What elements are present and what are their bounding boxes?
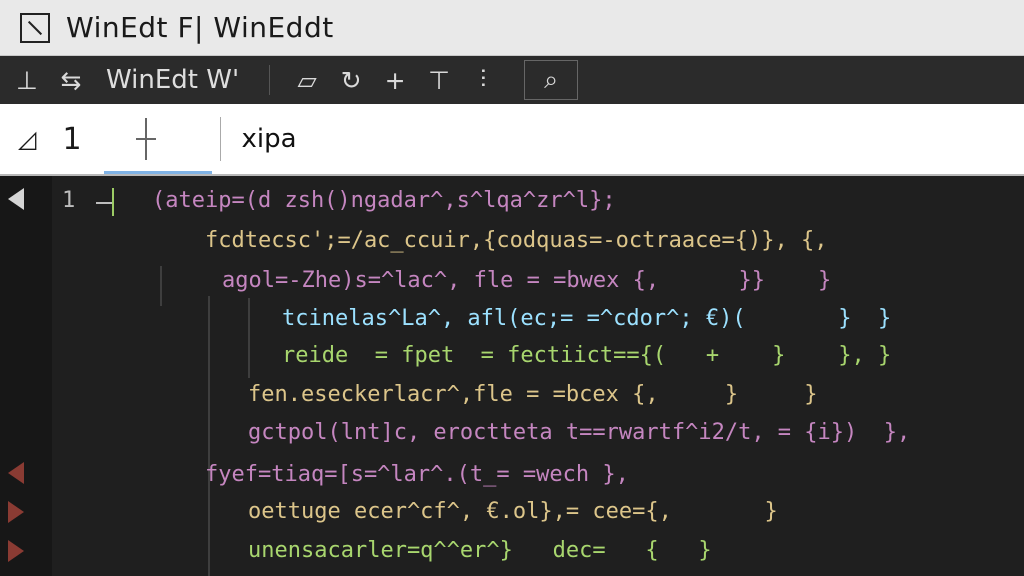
marker-icon[interactable]: ▱ (290, 63, 324, 97)
indent-guide (160, 266, 162, 306)
toolbar-search-button[interactable]: ⌕ (524, 60, 579, 100)
toolbar-label: WinEdt W' (106, 65, 240, 95)
title-bar: WinEdt F| WinEddt (0, 0, 1024, 56)
refresh-icon[interactable]: ↻ (334, 63, 368, 97)
search-icon: ⌕ (544, 65, 559, 94)
indent-guide (208, 296, 210, 576)
indent-guide (248, 298, 250, 378)
input-separator (220, 117, 222, 161)
format-icon[interactable]: ⇆ (54, 63, 88, 97)
toolbar: ⊥ ⇆ WinEdt W' ▱ ↻ + ⊤ ⫶ ⌕ (0, 56, 1024, 104)
code-line: tcinelas^La^, afl(ec;= =^cdor^; €)( } } (282, 306, 892, 331)
arrow-left-icon[interactable] (8, 462, 24, 484)
search-bar: ◿ 1 (0, 104, 1024, 176)
code-line: fcdtecsc';=/ac_ccuir,{codquas=-octraace=… (205, 228, 828, 253)
triangle-icon: ◿ (18, 125, 37, 153)
app-icon (20, 12, 50, 43)
code-line: unensacarler=q^^er^} dec= { } (248, 538, 712, 563)
fold-icon[interactable] (92, 188, 120, 218)
code-editor[interactable]: 1 (ateip=(d zsh()ngadar^,s^lqa^zr^l}; fc… (0, 176, 1024, 576)
align-icon[interactable]: ⊥ (10, 63, 44, 97)
plus-icon[interactable]: + (378, 63, 412, 97)
code-line: oettuge ecer^cf^, €.ol},= cee={, } (248, 499, 778, 524)
code-line: gctpol(lnt]c, eroctteta t==rwartf^i2/t, … (248, 420, 911, 445)
code-line: fyef=tiaq=[s=^lar^.(t_= =wech }, (205, 462, 629, 487)
code-line: reide = fpet = fectiict=={( + } }, } (282, 343, 892, 368)
collapse-marker-icon[interactable] (8, 188, 24, 210)
line-number: 1 (62, 188, 76, 213)
indent-icon[interactable]: ⫶ (466, 63, 500, 97)
active-underline (104, 171, 212, 174)
search-input[interactable] (239, 123, 864, 155)
window-title: WinEdt F| WinEddt (66, 11, 334, 44)
table-icon[interactable]: ⊤ (422, 63, 456, 97)
code-line: agol=-Zhe)s=^lac^, fle = =bwex {, }} } (222, 268, 832, 293)
code-line: fen.eseckerlacr^,fle = =bcex {, } } (248, 382, 818, 407)
arrow-right-icon[interactable] (8, 501, 24, 523)
code-line: (ateip=(d zsh()ngadar^,s^lqa^zr^l}; (152, 188, 616, 213)
toolbar-separator (269, 65, 271, 95)
line-number: 1 (62, 121, 82, 157)
cursor-icon (136, 118, 157, 160)
arrow-right-icon[interactable] (8, 540, 24, 562)
